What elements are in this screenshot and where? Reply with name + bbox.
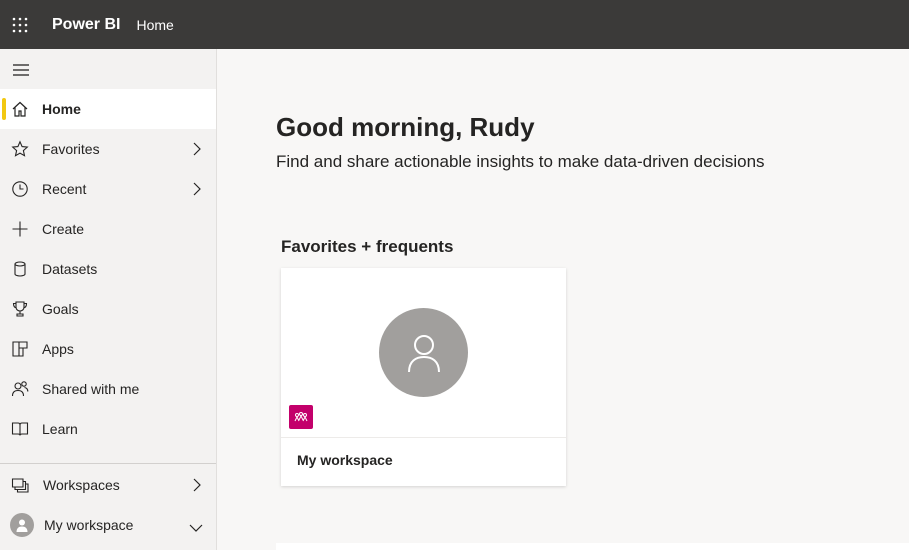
top-bar: Power BI Home (0, 0, 909, 49)
sidebar-item-label: Learn (42, 421, 78, 437)
chevron-down-icon[interactable] (189, 520, 203, 532)
sidebar-item-label: Shared with me (42, 381, 140, 397)
sidebar-item-label: Favorites (42, 141, 100, 157)
sidebar-item-label: Create (42, 221, 85, 237)
app-name[interactable]: Power BI (52, 16, 120, 34)
page-title: Good morning, Rudy (276, 112, 535, 142)
sidebar-item-label: Goals (42, 301, 79, 317)
sidebar-item-my-workspace[interactable]: My workspace (0, 505, 216, 545)
sidebar-item-create[interactable]: Create (0, 209, 216, 249)
sidebar-item-label: Home (42, 101, 81, 117)
sidebar-item-label: My workspace (44, 517, 134, 533)
sidebar-item-favorites[interactable]: Favorites (0, 129, 216, 169)
clock-icon (11, 180, 29, 198)
chevron-right-icon[interactable] (192, 478, 202, 492)
database-icon (11, 260, 29, 278)
sidebar-item-datasets[interactable]: Datasets (0, 249, 216, 289)
chevron-right-icon[interactable] (192, 182, 202, 196)
page-subtitle: Find and share actionable insights to ma… (276, 152, 765, 171)
sidebar-item-shared-with-me[interactable]: Shared with me (0, 369, 216, 409)
sidebar-divider (0, 463, 216, 464)
main-content: Good morning, Rudy Find and share action… (217, 49, 909, 550)
app-launcher-icon[interactable] (0, 0, 40, 49)
home-icon (11, 100, 29, 118)
card-label: My workspace (297, 452, 393, 468)
chevron-right-icon[interactable] (192, 142, 202, 156)
workspaces-icon (11, 476, 29, 494)
book-icon (11, 420, 29, 438)
card-divider (281, 437, 566, 438)
sidebar-item-workspaces[interactable]: Workspaces (0, 465, 216, 505)
avatar (10, 513, 34, 537)
trophy-icon (11, 300, 29, 318)
sidebar-item-learn[interactable]: Learn (0, 409, 216, 449)
sidebar: Home Favorites Recent Create Datasets Go… (0, 49, 217, 550)
workspace-badge-icon (289, 405, 313, 429)
sidebar-item-label: Workspaces (43, 477, 120, 493)
people-icon (11, 380, 29, 398)
star-icon (11, 140, 29, 158)
content-panel (276, 543, 909, 550)
sidebar-item-label: Apps (42, 341, 74, 357)
breadcrumb: Home (136, 16, 174, 33)
section-title: Favorites + frequents (281, 237, 454, 256)
plus-icon (11, 220, 29, 238)
apps-icon (11, 340, 29, 358)
person-icon (379, 308, 468, 397)
sidebar-item-recent[interactable]: Recent (0, 169, 216, 209)
sidebar-item-label: Datasets (42, 261, 98, 277)
sidebar-item-goals[interactable]: Goals (0, 289, 216, 329)
hamburger-menu-icon[interactable] (10, 61, 32, 79)
sidebar-item-label: Recent (42, 181, 87, 197)
workspace-card[interactable]: My workspace (281, 268, 566, 486)
sidebar-item-apps[interactable]: Apps (0, 329, 216, 369)
sidebar-item-home[interactable]: Home (0, 89, 216, 129)
